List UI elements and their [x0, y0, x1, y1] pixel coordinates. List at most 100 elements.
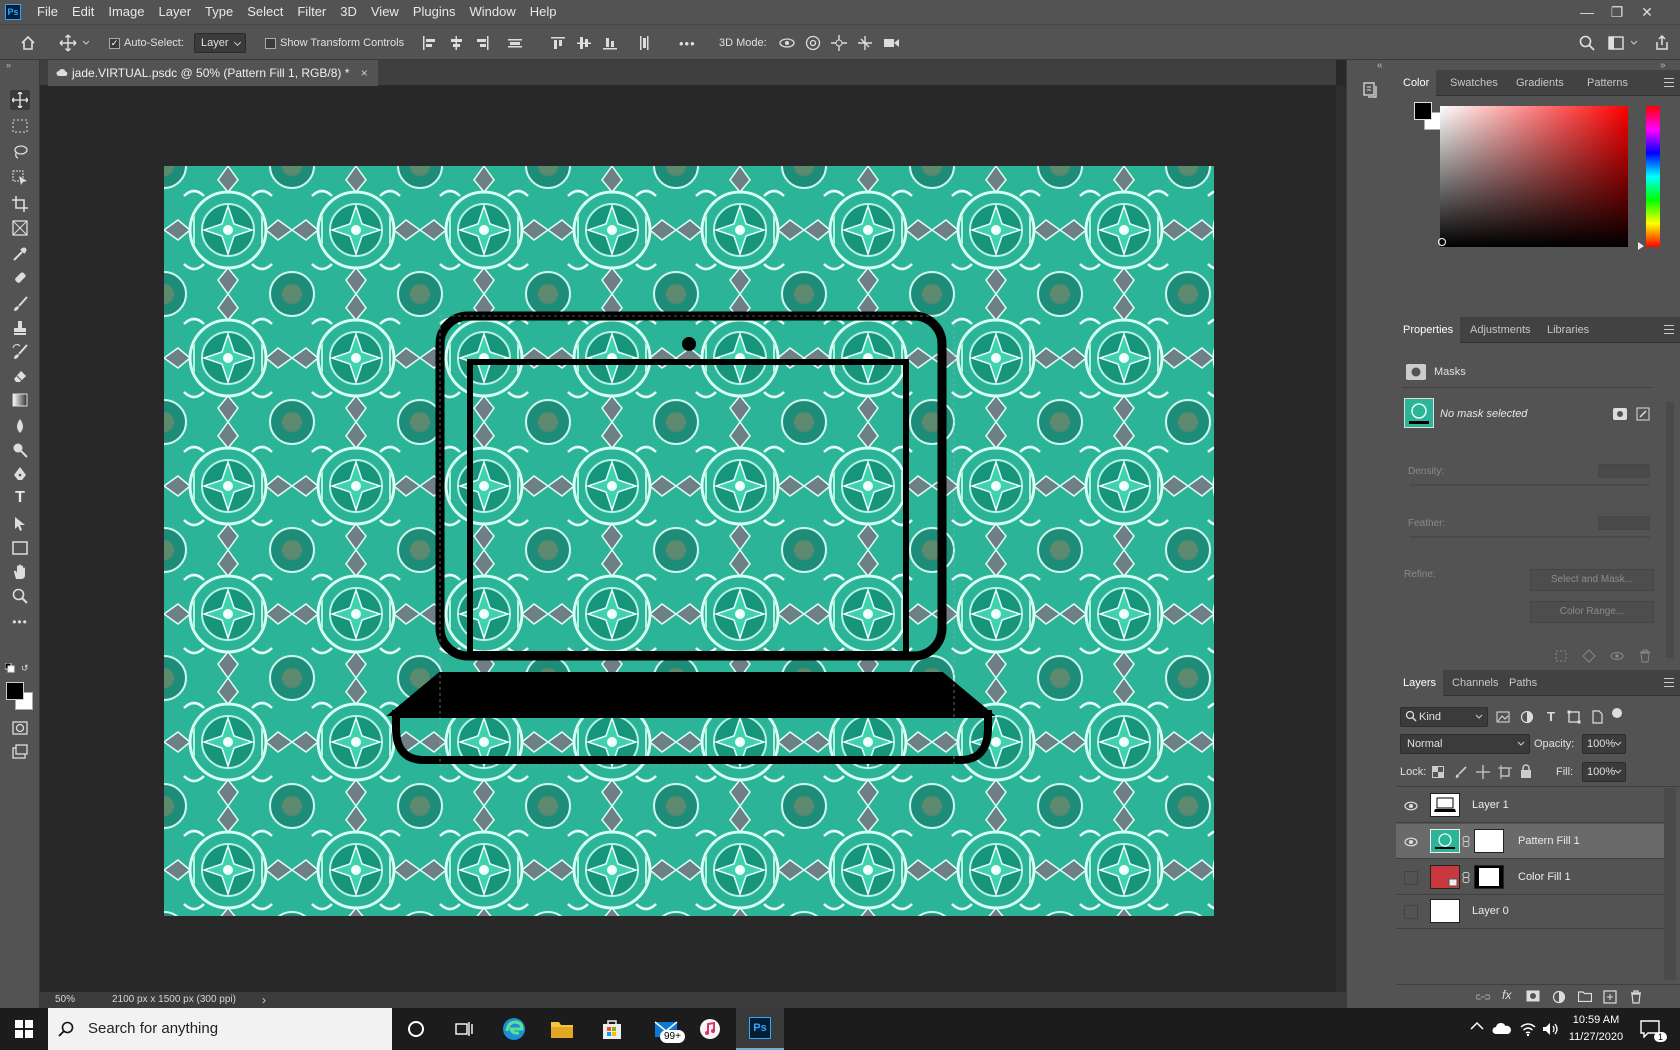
pen-tool-icon[interactable]: [10, 464, 30, 484]
document-tab[interactable]: jade.VIRTUAL.psdc @ 50% (Pattern Fill 1,…: [48, 60, 378, 86]
layer-visibility-off-icon[interactable]: [1404, 905, 1418, 919]
close-document-icon[interactable]: ×: [361, 66, 368, 80]
history-brush-tool-icon[interactable]: [10, 342, 30, 362]
menu-edit[interactable]: Edit: [65, 0, 101, 24]
microsoft-store-icon[interactable]: [588, 1008, 636, 1050]
tab-libraries[interactable]: Libraries: [1540, 317, 1596, 343]
tab-gradients[interactable]: Gradients: [1509, 70, 1571, 96]
menu-image[interactable]: Image: [101, 0, 151, 24]
layer-visibility-off-icon[interactable]: [1404, 871, 1418, 885]
color-panel-menu-icon[interactable]: [1664, 78, 1674, 87]
align-bottom-icon[interactable]: [600, 33, 620, 53]
select-and-mask-button[interactable]: Select and Mask...: [1530, 569, 1654, 591]
distribute-icon[interactable]: [505, 33, 525, 53]
frame-tool-icon[interactable]: [10, 218, 30, 238]
crop-tool-icon[interactable]: [10, 194, 30, 214]
marquee-tool-icon[interactable]: [10, 116, 30, 136]
hand-tool-icon[interactable]: [10, 562, 30, 582]
eyedropper-tool-icon[interactable]: [10, 244, 30, 264]
more-options-button[interactable]: •••: [679, 25, 696, 61]
mask-link-icon[interactable]: [1462, 836, 1470, 847]
network-wifi-icon[interactable]: [1520, 1021, 1536, 1037]
path-selection-tool-icon[interactable]: [10, 514, 30, 534]
object-selection-tool-icon[interactable]: [10, 168, 30, 188]
screen-mode-icon[interactable]: [10, 742, 30, 762]
home-icon[interactable]: [18, 33, 38, 53]
mask-link-icon[interactable]: [1462, 872, 1470, 883]
blend-mode-dropdown[interactable]: Normal: [1400, 734, 1530, 754]
preset-chevron-down-icon[interactable]: [82, 25, 90, 61]
align-left-icon[interactable]: [419, 33, 439, 53]
filter-smart-object-icon[interactable]: [1590, 710, 1604, 724]
default-colors-icon[interactable]: [5, 663, 15, 673]
restore-icon[interactable]: ❐: [1602, 0, 1632, 24]
tab-properties[interactable]: Properties: [1396, 317, 1461, 343]
density-slider[interactable]: [1410, 484, 1650, 486]
density-input[interactable]: [1598, 464, 1650, 478]
edit-toolbar-icon[interactable]: •••: [10, 612, 30, 632]
menu-filter[interactable]: Filter: [290, 0, 333, 24]
volume-icon[interactable]: [1542, 1021, 1560, 1037]
3d-slide-icon[interactable]: [855, 33, 875, 53]
close-icon[interactable]: ✕: [1632, 0, 1662, 24]
menu-3d[interactable]: 3D: [333, 0, 364, 24]
dodge-tool-icon[interactable]: [10, 440, 30, 460]
color-picker-marker[interactable]: [1438, 238, 1446, 246]
auto-select-checkbox[interactable]: ✓ Auto-Select:: [109, 25, 184, 61]
swap-colors-icon[interactable]: ↺: [21, 663, 31, 673]
color-fill-mask-thumbnail[interactable]: [1474, 865, 1504, 889]
edge-browser-icon[interactable]: [490, 1008, 538, 1050]
feather-slider[interactable]: [1410, 536, 1650, 538]
menu-file[interactable]: File: [30, 0, 65, 24]
3d-scale-video-icon[interactable]: [881, 33, 901, 53]
fill-chevron-down-icon[interactable]: [1614, 769, 1622, 775]
photoshop-taskbar-icon[interactable]: Ps: [736, 1008, 784, 1050]
layers-scrollbar[interactable]: [1664, 788, 1676, 980]
properties-panel-menu-icon[interactable]: [1664, 325, 1674, 334]
hue-slider-handle-icon[interactable]: [1638, 242, 1644, 250]
taskbar-clock-time[interactable]: 10:59 AM: [1570, 1014, 1622, 1026]
workspace-icon[interactable]: [1607, 33, 1627, 53]
properties-scrollbar[interactable]: [1666, 402, 1674, 658]
filter-pixel-layer-icon[interactable]: [1496, 711, 1510, 723]
layer-filter-kind-dropdown[interactable]: Kind: [1400, 707, 1488, 727]
color-range-button[interactable]: Color Range...: [1530, 601, 1654, 623]
menu-help[interactable]: Help: [523, 0, 564, 24]
auto-select-target-dropdown[interactable]: Layer: [194, 33, 246, 53]
filter-shape-layer-icon[interactable]: [1567, 710, 1581, 724]
onedrive-icon[interactable]: [1492, 1022, 1512, 1036]
move-tool-preset-icon[interactable]: [58, 33, 78, 53]
healing-brush-tool-icon[interactable]: [10, 268, 30, 288]
tab-adjustments[interactable]: Adjustments: [1463, 317, 1538, 343]
menu-select[interactable]: Select: [240, 0, 290, 24]
menu-type[interactable]: Type: [198, 0, 240, 24]
zoom-tool-icon[interactable]: [10, 586, 30, 606]
collapse-dock-icon[interactable]: «: [1377, 60, 1383, 71]
menu-view[interactable]: View: [364, 0, 406, 24]
tab-patterns[interactable]: Patterns: [1580, 70, 1635, 96]
new-group-icon[interactable]: [1578, 990, 1592, 1004]
align-center-icon[interactable]: [446, 33, 466, 53]
show-hidden-icons-icon[interactable]: [1470, 1021, 1484, 1035]
tab-swatches[interactable]: Swatches: [1443, 70, 1505, 96]
lock-image-pixels-icon[interactable]: [1454, 765, 1468, 779]
workspace-chevron-down-icon[interactable]: [1630, 25, 1638, 61]
feather-input[interactable]: [1598, 516, 1650, 530]
quick-mask-icon[interactable]: [10, 718, 30, 738]
foreground-color-swatch[interactable]: [6, 682, 24, 700]
task-view-icon[interactable]: [440, 1008, 488, 1050]
mask-visibility-icon[interactable]: [1610, 649, 1624, 663]
layer-style-fx-icon[interactable]: fx: [1502, 988, 1511, 1002]
new-adjustment-layer-icon[interactable]: [1552, 990, 1566, 1004]
opacity-chevron-down-icon[interactable]: [1614, 741, 1622, 747]
lock-position-icon[interactable]: [1476, 765, 1490, 779]
add-pixel-mask-icon[interactable]: [1613, 408, 1627, 420]
add-vector-mask-icon[interactable]: [1636, 407, 1650, 421]
clone-stamp-tool-icon[interactable]: [10, 318, 30, 338]
layer-row[interactable]: Layer 1: [1396, 788, 1664, 823]
delete-layer-icon[interactable]: [1629, 990, 1643, 1004]
vertical-scrollbar[interactable]: [1336, 86, 1346, 992]
layers-panel-menu-icon[interactable]: [1664, 678, 1674, 687]
filter-adjustment-layer-icon[interactable]: [1520, 710, 1534, 724]
file-explorer-icon[interactable]: [538, 1008, 586, 1050]
